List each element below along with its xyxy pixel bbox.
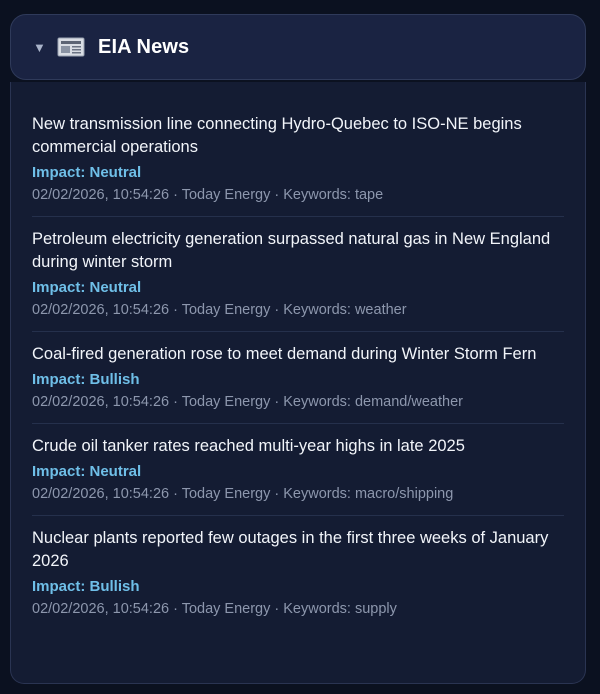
news-meta: 02/02/2026, 10:54:26 · Today Energy · Ke… [32,601,397,617]
news-item[interactable]: Coal-fired generation rose to meet deman… [32,332,564,424]
impact-label: Impact: Neutral [32,279,142,296]
news-headline[interactable]: New transmission line connecting Hydro-Q… [32,113,564,159]
impact-label: Impact: Neutral [32,164,142,181]
news-list: New transmission line connecting Hydro-Q… [10,82,586,684]
news-item[interactable]: Nuclear plants reported few outages in t… [32,516,564,630]
eia-news-header[interactable]: ▼ EIA News [10,14,586,80]
newspaper-icon [57,37,85,57]
impact-label: Impact: Neutral [32,463,142,480]
news-item[interactable]: New transmission line connecting Hydro-Q… [32,102,564,217]
news-headline[interactable]: Coal-fired generation rose to meet deman… [32,343,564,366]
news-meta: 02/02/2026, 10:54:26 · Today Energy · Ke… [32,302,407,318]
impact-label: Impact: Bullish [32,371,140,388]
panel-title: EIA News [98,35,190,58]
news-item[interactable]: Petroleum electricity generation surpass… [32,217,564,332]
news-headline[interactable]: Nuclear plants reported few outages in t… [32,527,564,573]
news-headline[interactable]: Petroleum electricity generation surpass… [32,228,564,274]
news-meta: 02/02/2026, 10:54:26 · Today Energy · Ke… [32,486,454,502]
news-headline[interactable]: Crude oil tanker rates reached multi-yea… [32,435,564,458]
page: ▼ EIA News New transmission line connect… [0,0,600,694]
collapse-caret-icon[interactable]: ▼ [33,41,46,54]
news-meta: 02/02/2026, 10:54:26 · Today Energy · Ke… [32,394,463,410]
news-item[interactable]: Crude oil tanker rates reached multi-yea… [32,424,564,516]
impact-label: Impact: Bullish [32,578,140,595]
news-meta: 02/02/2026, 10:54:26 · Today Energy · Ke… [32,187,384,203]
